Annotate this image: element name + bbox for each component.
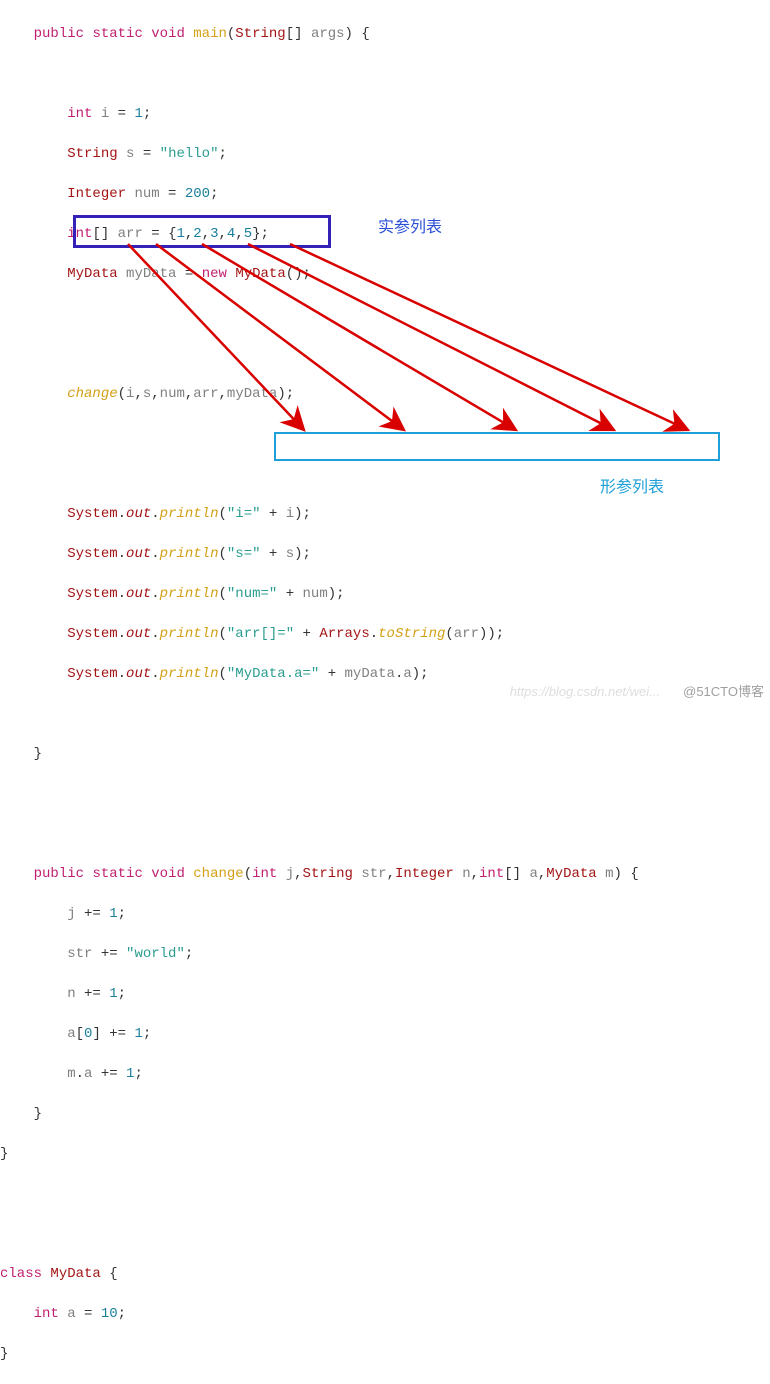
code-line: Integer num = 200; — [0, 184, 770, 204]
code-line: n += 1; — [0, 984, 770, 1004]
code-line — [0, 704, 770, 724]
label-actual-args: 实参列表 — [378, 218, 442, 238]
code-line — [0, 784, 770, 804]
code-line: } — [0, 1344, 770, 1364]
code-line — [0, 424, 770, 444]
code-line: System.out.println("num=" + num); — [0, 584, 770, 604]
code-line: int a = 10; — [0, 1304, 770, 1324]
code-line: System.out.println("i=" + i); — [0, 504, 770, 524]
code-line: } — [0, 1144, 770, 1164]
code-line: public static void main(String[] args) { — [0, 24, 770, 44]
code-line — [0, 824, 770, 844]
code-line: int i = 1; — [0, 104, 770, 124]
code-line — [0, 304, 770, 324]
code-line: a[0] += 1; — [0, 1024, 770, 1044]
code-line: System.out.println("s=" + s); — [0, 544, 770, 564]
code-line: } — [0, 744, 770, 764]
code-line — [0, 344, 770, 364]
code-line: MyData myData = new MyData(); — [0, 264, 770, 284]
code-line: System.out.println("MyData.a=" + myData.… — [0, 664, 770, 684]
code-line: str += "world"; — [0, 944, 770, 964]
code-line — [0, 1224, 770, 1244]
code-line — [0, 1184, 770, 1204]
code-line: class MyData { — [0, 1264, 770, 1284]
code-line: System.out.println("arr[]=" + Arrays.toS… — [0, 624, 770, 644]
code-line: String s = "hello"; — [0, 144, 770, 164]
code-line: } — [0, 1104, 770, 1124]
code-line: public static void change(int j,String s… — [0, 864, 770, 884]
code-line: m.a += 1; — [0, 1064, 770, 1084]
code-line: change(i,s,num,arr,myData); — [0, 384, 770, 404]
watermark-51cto: @51CTO博客 — [683, 682, 764, 702]
code-line — [0, 64, 770, 84]
code-line: j += 1; — [0, 904, 770, 924]
label-formal-args: 形参列表 — [600, 478, 664, 498]
watermark-csdn: https://blog.csdn.net/wei... — [510, 682, 660, 702]
